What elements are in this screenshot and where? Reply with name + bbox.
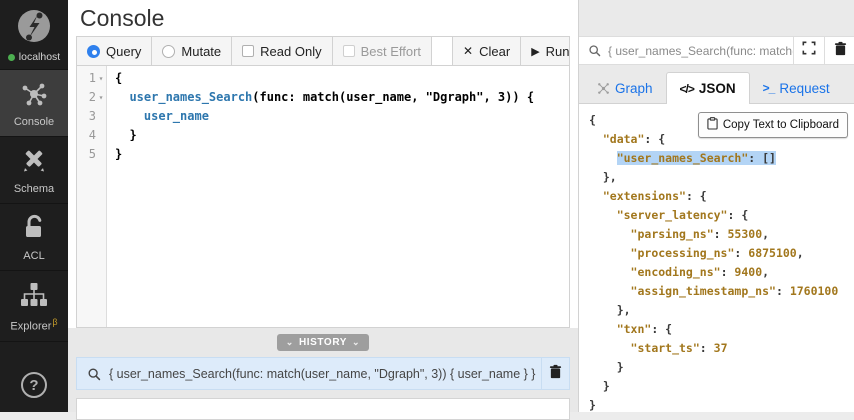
search-icon (87, 367, 101, 381)
connection-status-dot (8, 54, 15, 61)
history-entry-row[interactable]: { user_names_Search(func: match(user_nam… (76, 357, 570, 390)
json-result-view: Copy Text to Clipboard { "data": { "user… (579, 103, 854, 412)
history-band: ⌄ HISTORY ⌄ (68, 328, 578, 357)
json-line: } (589, 396, 854, 415)
fullscreen-button[interactable] (793, 37, 824, 64)
json-output: { "data": { "user_names_Search": [] }, "… (579, 104, 854, 415)
terminal-icon: >_ (763, 81, 775, 95)
results-panel: { user_names_Search(func: match(... Grap… (578, 0, 854, 412)
delete-result-button[interactable] (824, 37, 854, 64)
sidebar-item-help[interactable]: ? (0, 363, 68, 412)
json-line: } (589, 358, 854, 377)
trash-icon (834, 41, 847, 61)
toolbar-spacer (432, 37, 453, 65)
json-line: "encoding_ns": 9400, (589, 263, 854, 282)
page-title: Console (80, 5, 164, 32)
fold-arrow-icon[interactable]: ▾ (96, 88, 106, 107)
line-number: 4 (77, 126, 106, 145)
expand-icon (802, 41, 816, 60)
sidebar-item-localhost[interactable]: localhost (0, 0, 68, 70)
beta-badge: β (52, 317, 57, 327)
line-number: 5 (77, 145, 106, 164)
chevron-down-icon: ⌄ (352, 337, 360, 348)
radio-selected-icon[interactable] (87, 45, 100, 58)
graph-icon (597, 82, 610, 95)
json-line: "user_names_Search": [] (589, 149, 854, 168)
json-line: "processing_ns": 6875100, (589, 244, 854, 263)
sidebar-item-acl[interactable]: ACL (0, 204, 68, 271)
read-only-checkbox[interactable]: Read Only (232, 37, 332, 65)
best-effort-checkbox: Best Effort (333, 37, 432, 65)
json-line: }, (589, 168, 854, 187)
tab-json[interactable]: </> JSON (666, 72, 750, 104)
copy-to-clipboard-button[interactable]: Copy Text to Clipboard (698, 112, 848, 138)
code-line: } (115, 145, 534, 164)
help-icon: ? (21, 372, 47, 398)
sidebar-item-label: ACL (23, 250, 44, 262)
server-label: localhost (19, 51, 60, 63)
json-line: "start_ts": 37 (589, 339, 854, 358)
trash-icon (549, 364, 562, 384)
query-editor-lines[interactable]: { user_names_Search(func: match(user_nam… (107, 66, 534, 327)
json-line: "parsing_ns": 55300, (589, 225, 854, 244)
json-line: "server_latency": { (589, 206, 854, 225)
console-graph-icon (19, 79, 49, 112)
search-icon (588, 44, 601, 57)
mode-mutate-radio[interactable]: Mutate (152, 37, 232, 65)
run-button[interactable]: ▶ Run (521, 37, 579, 65)
acl-lock-icon (19, 213, 49, 246)
tab-request[interactable]: >_ Request (750, 72, 843, 104)
sidebar-item-explorer[interactable]: Explorerβ (0, 271, 68, 342)
mode-query-radio[interactable]: Query (77, 37, 152, 65)
clear-x-icon: ✕ (463, 44, 473, 58)
sidebar-item-schema[interactable]: Schema (0, 137, 68, 204)
checkbox-icon (343, 45, 355, 57)
query-mode-toolbar: Query Mutate Read Only Best Effort ✕ Cle… (76, 36, 570, 66)
json-line: } (589, 377, 854, 396)
sidebar-item-label: Schema (14, 183, 54, 195)
history-toggle-button[interactable]: ⌄ HISTORY ⌄ (277, 334, 369, 351)
line-number: 3 (77, 107, 106, 126)
query-editor[interactable]: 1▾2▾345 { user_names_Search(func: match(… (76, 66, 570, 328)
json-line: "extensions": { (589, 187, 854, 206)
schema-pencils-icon (19, 146, 49, 179)
sidebar-item-label: Explorer (10, 321, 51, 333)
json-line: }, (589, 301, 854, 320)
fold-arrow-icon[interactable]: ▾ (96, 69, 106, 88)
json-line: "txn": { (589, 320, 854, 339)
sidebar-item-console[interactable]: Console (0, 70, 68, 137)
delete-history-entry-button[interactable] (541, 358, 569, 389)
query-editor-gutter: 1▾2▾345 (77, 66, 107, 327)
tab-graph[interactable]: Graph (584, 72, 666, 104)
sidebar-item-label: Console (14, 116, 54, 128)
clipboard-icon (707, 117, 718, 133)
clear-button[interactable]: ✕ Clear (453, 37, 521, 65)
json-line: "assign_timestamp_ns": 1760100 (589, 282, 854, 301)
code-line: user_names_Search(func: match(user_name,… (115, 88, 534, 107)
line-number: 2▾ (77, 88, 106, 107)
code-line: { (115, 69, 534, 88)
history-entry-row-partial[interactable] (76, 398, 570, 420)
result-query-preview: { user_names_Search(func: match(... (608, 44, 793, 58)
code-line: user_name (115, 107, 534, 126)
line-number: 1▾ (77, 69, 106, 88)
history-entry-text: { user_names_Search(func: match(user_nam… (109, 367, 541, 381)
dgraph-logo-icon (16, 8, 52, 47)
result-tabs: Graph </> JSON >_ Request (584, 72, 843, 104)
code-icon: </> (680, 82, 694, 96)
result-query-bar: { user_names_Search(func: match(... (579, 36, 854, 65)
code-line: } (115, 126, 534, 145)
chevron-down-icon: ⌄ (286, 337, 294, 348)
explorer-hierarchy-icon (19, 280, 49, 313)
sidebar: localhost Console (0, 0, 68, 412)
checkbox-icon[interactable] (242, 45, 254, 57)
radio-unselected-icon[interactable] (162, 45, 175, 58)
run-play-icon: ▶ (531, 45, 539, 58)
